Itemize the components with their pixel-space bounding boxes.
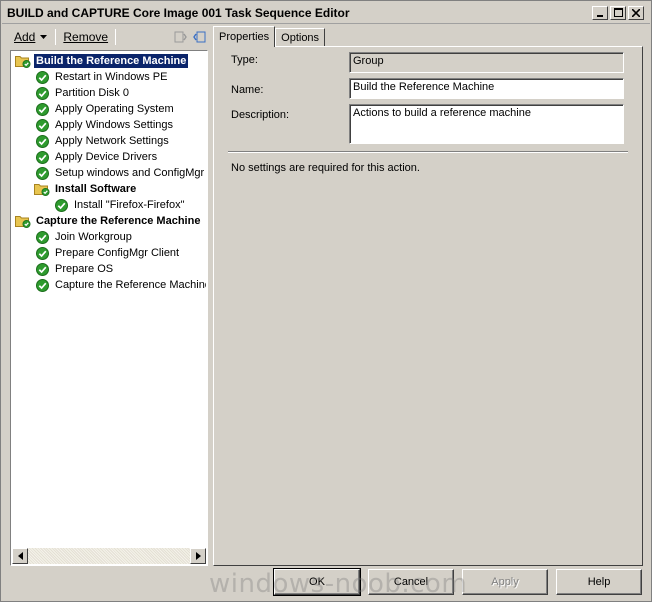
tree-group-item[interactable]: Install Software (34, 181, 138, 197)
check-icon (34, 245, 50, 261)
task-sequence-editor-window: BUILD and CAPTURE Core Image 001 Task Se… (0, 0, 652, 602)
title-bar[interactable]: BUILD and CAPTURE Core Image 001 Task Se… (2, 2, 650, 24)
type-label: Type: (231, 54, 258, 66)
cancel-button[interactable]: Cancel (368, 569, 454, 595)
tab-properties[interactable]: Properties (213, 26, 276, 47)
folder-check-icon (15, 213, 31, 229)
check-icon (34, 165, 50, 181)
tree-step-item[interactable]: Apply Device Drivers (34, 149, 159, 165)
info-text: No settings are required for this action… (231, 162, 420, 174)
tree-item-label: Apply Windows Settings (55, 119, 173, 131)
tree-item-label: Install "Firefox-Firefox" (74, 199, 185, 211)
scroll-left-button[interactable] (12, 548, 28, 564)
horizontal-scrollbar[interactable] (12, 548, 206, 564)
tree-group-item[interactable]: Capture the Reference Machine (15, 213, 202, 229)
scroll-right-button[interactable] (190, 548, 206, 564)
tree-step-item[interactable]: Apply Operating System (34, 101, 176, 117)
check-icon (34, 133, 50, 149)
tree-step-item[interactable]: Prepare OS (34, 261, 115, 277)
description-field[interactable]: Actions to build a reference machine (349, 104, 624, 144)
tree-step-item[interactable]: Setup windows and ConfigMgr (34, 165, 206, 181)
tree-step-item[interactable]: Prepare ConfigMgr Client (34, 245, 181, 261)
help-button[interactable]: Help (556, 569, 642, 595)
left-pane: Add Remove Build the Reference Machine Re… (10, 26, 208, 566)
add-label: Add (14, 30, 36, 44)
move-up-icon (174, 31, 187, 43)
tree-item-label: Apply Operating System (55, 103, 174, 115)
tree-item-label: Prepare OS (55, 263, 114, 275)
separator-line (228, 151, 628, 153)
name-label: Name: (231, 84, 264, 96)
dropdown-arrow-icon (40, 35, 48, 39)
check-icon (34, 277, 50, 293)
close-button[interactable] (628, 5, 644, 20)
window-title: BUILD and CAPTURE Core Image 001 Task Se… (7, 5, 350, 20)
tree-step-item[interactable]: Apply Windows Settings (34, 117, 175, 133)
check-icon (34, 229, 50, 245)
maximize-icon (613, 8, 623, 17)
tree-item-label: Apply Network Settings (55, 135, 169, 147)
tab-options[interactable]: Options (275, 28, 326, 47)
apply-button[interactable]: Apply (462, 569, 548, 595)
tree-step-item[interactable]: Capture the Reference Machine (34, 277, 206, 293)
arrow-right-icon (195, 552, 201, 560)
arrow-left-icon (17, 552, 23, 560)
type-field: Group (349, 52, 624, 73)
toolbar-separator (55, 29, 57, 45)
check-icon (34, 261, 50, 277)
tree-item-label: Apply Device Drivers (55, 151, 158, 163)
tree-item-label: Join Workgroup (55, 231, 132, 243)
add-button[interactable]: Add (10, 28, 52, 46)
tree-step-item[interactable]: Partition Disk 0 (34, 85, 131, 101)
folder-check-icon (15, 53, 31, 69)
task-sequence-tree[interactable]: Build the Reference Machine Restart in Wi… (10, 50, 208, 566)
maximize-button[interactable] (610, 5, 626, 20)
move-down-button[interactable] (190, 28, 208, 46)
move-up-button[interactable] (172, 28, 190, 46)
tree-item-label: Setup windows and ConfigMgr (55, 167, 205, 179)
tree-item-label: Prepare ConfigMgr Client (55, 247, 180, 259)
move-down-icon (193, 31, 206, 43)
description-label: Description: (231, 109, 290, 121)
tree-item-label: Restart in Windows PE (55, 71, 168, 83)
tree-item-label: Capture the Reference Machine (55, 279, 206, 291)
check-icon (53, 197, 69, 213)
scrollbar-track[interactable] (28, 548, 190, 564)
check-icon (34, 101, 50, 117)
ok-button[interactable]: OK (273, 568, 361, 596)
tree-step-item[interactable]: Restart in Windows PE (34, 69, 169, 85)
tree-step-item[interactable]: Install "Firefox-Firefox" (53, 197, 187, 213)
remove-label: Remove (63, 30, 109, 44)
tree-item-label: Capture the Reference Machine (36, 215, 201, 227)
right-pane: Properties Options Type: Group Name: Bui… (213, 26, 643, 566)
properties-panel: Type: Group Name: Build the Reference Ma… (213, 46, 643, 566)
tree-toolbar: Add Remove (10, 26, 208, 48)
minimize-icon (597, 14, 603, 17)
name-field[interactable]: Build the Reference Machine (349, 78, 624, 99)
tree-step-item[interactable]: Join Workgroup (34, 229, 134, 245)
check-icon (34, 85, 50, 101)
tree-item-label: Install Software (55, 183, 137, 195)
tree-item-label: Build the Reference Machine (32, 53, 190, 69)
folder-check-icon (34, 181, 50, 197)
remove-button[interactable]: Remove (59, 28, 112, 46)
check-icon (34, 117, 50, 133)
check-icon (34, 149, 50, 165)
close-icon (632, 8, 640, 17)
tab-strip: Properties Options (213, 26, 326, 47)
tree-step-item[interactable]: Apply Network Settings (34, 133, 171, 149)
check-icon (34, 69, 50, 85)
toolbar-separator (115, 29, 117, 45)
minimize-button[interactable] (592, 5, 608, 20)
tree-group-item[interactable]: Build the Reference Machine (15, 53, 190, 69)
tree-item-label: Partition Disk 0 (55, 87, 129, 99)
